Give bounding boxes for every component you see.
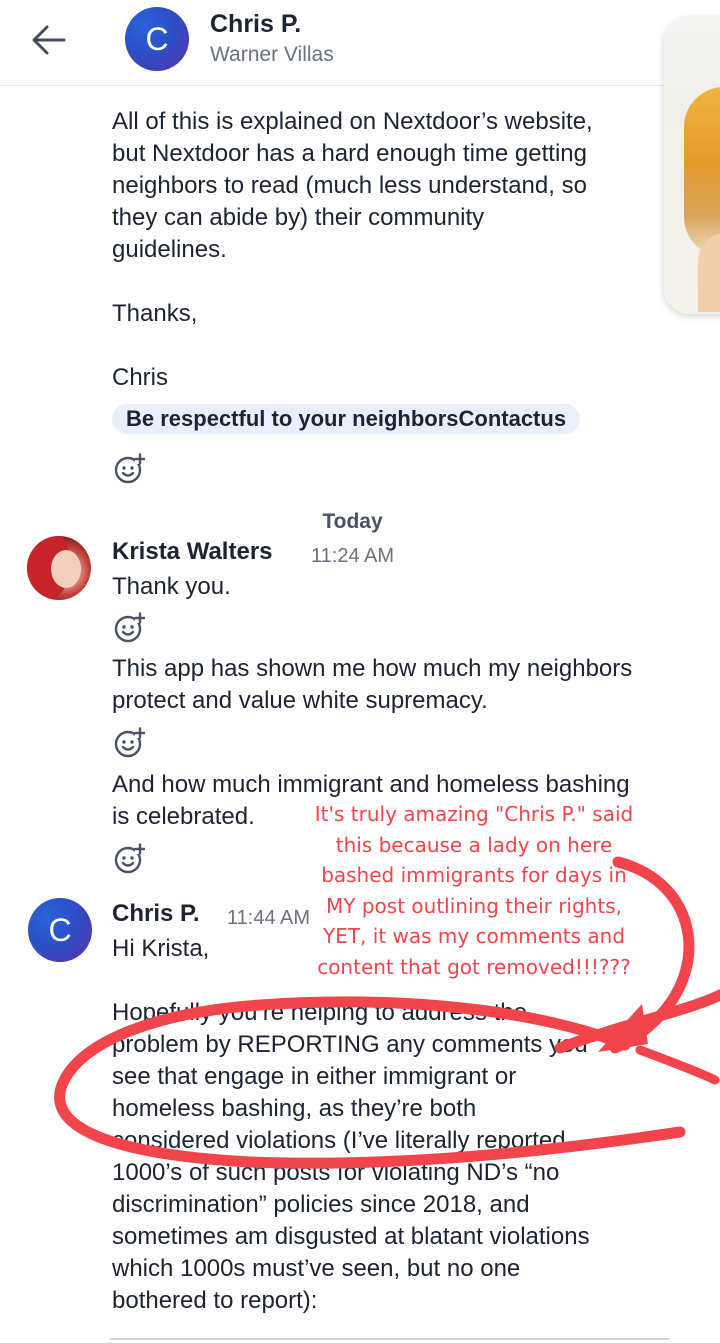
krista-avatar[interactable] (27, 536, 91, 600)
annotation-note: It's truly amazing "Chris P." said this … (314, 802, 634, 979)
chris-avatar[interactable]: C (28, 898, 92, 962)
guideline-tag[interactable]: Be respectful to your neighborsContactus (112, 404, 581, 434)
contact-neighborhood: Warner Villas (210, 43, 334, 66)
message-text: This app has shown me how much my neighb… (112, 655, 633, 714)
message-time: 11:24 AM (311, 545, 395, 567)
message-text: Hi Krista, Hopefully you’re helping to a… (112, 935, 590, 1314)
avatar-face-shape (51, 550, 81, 588)
composer-divider (110, 1338, 670, 1340)
message-text: All of this is explained on Nextdoor’s w… (112, 108, 593, 391)
sender-name[interactable]: Krista Walters (112, 538, 273, 566)
add-reaction-icon[interactable] (113, 843, 145, 875)
sender-name[interactable]: Chris P. (112, 900, 200, 928)
conversation-header: C Chris P. Warner Villas (0, 0, 720, 86)
add-reaction-icon[interactable] (113, 612, 145, 644)
arrow-left-icon[interactable] (28, 18, 72, 62)
contact-name[interactable]: Chris P. (210, 10, 301, 39)
add-reaction-icon[interactable] (113, 453, 145, 485)
chris-avatar[interactable]: C (125, 7, 189, 71)
message-text: Thank you. (112, 573, 231, 600)
day-divider: Today (322, 510, 383, 533)
add-reaction-icon[interactable] (113, 727, 145, 759)
